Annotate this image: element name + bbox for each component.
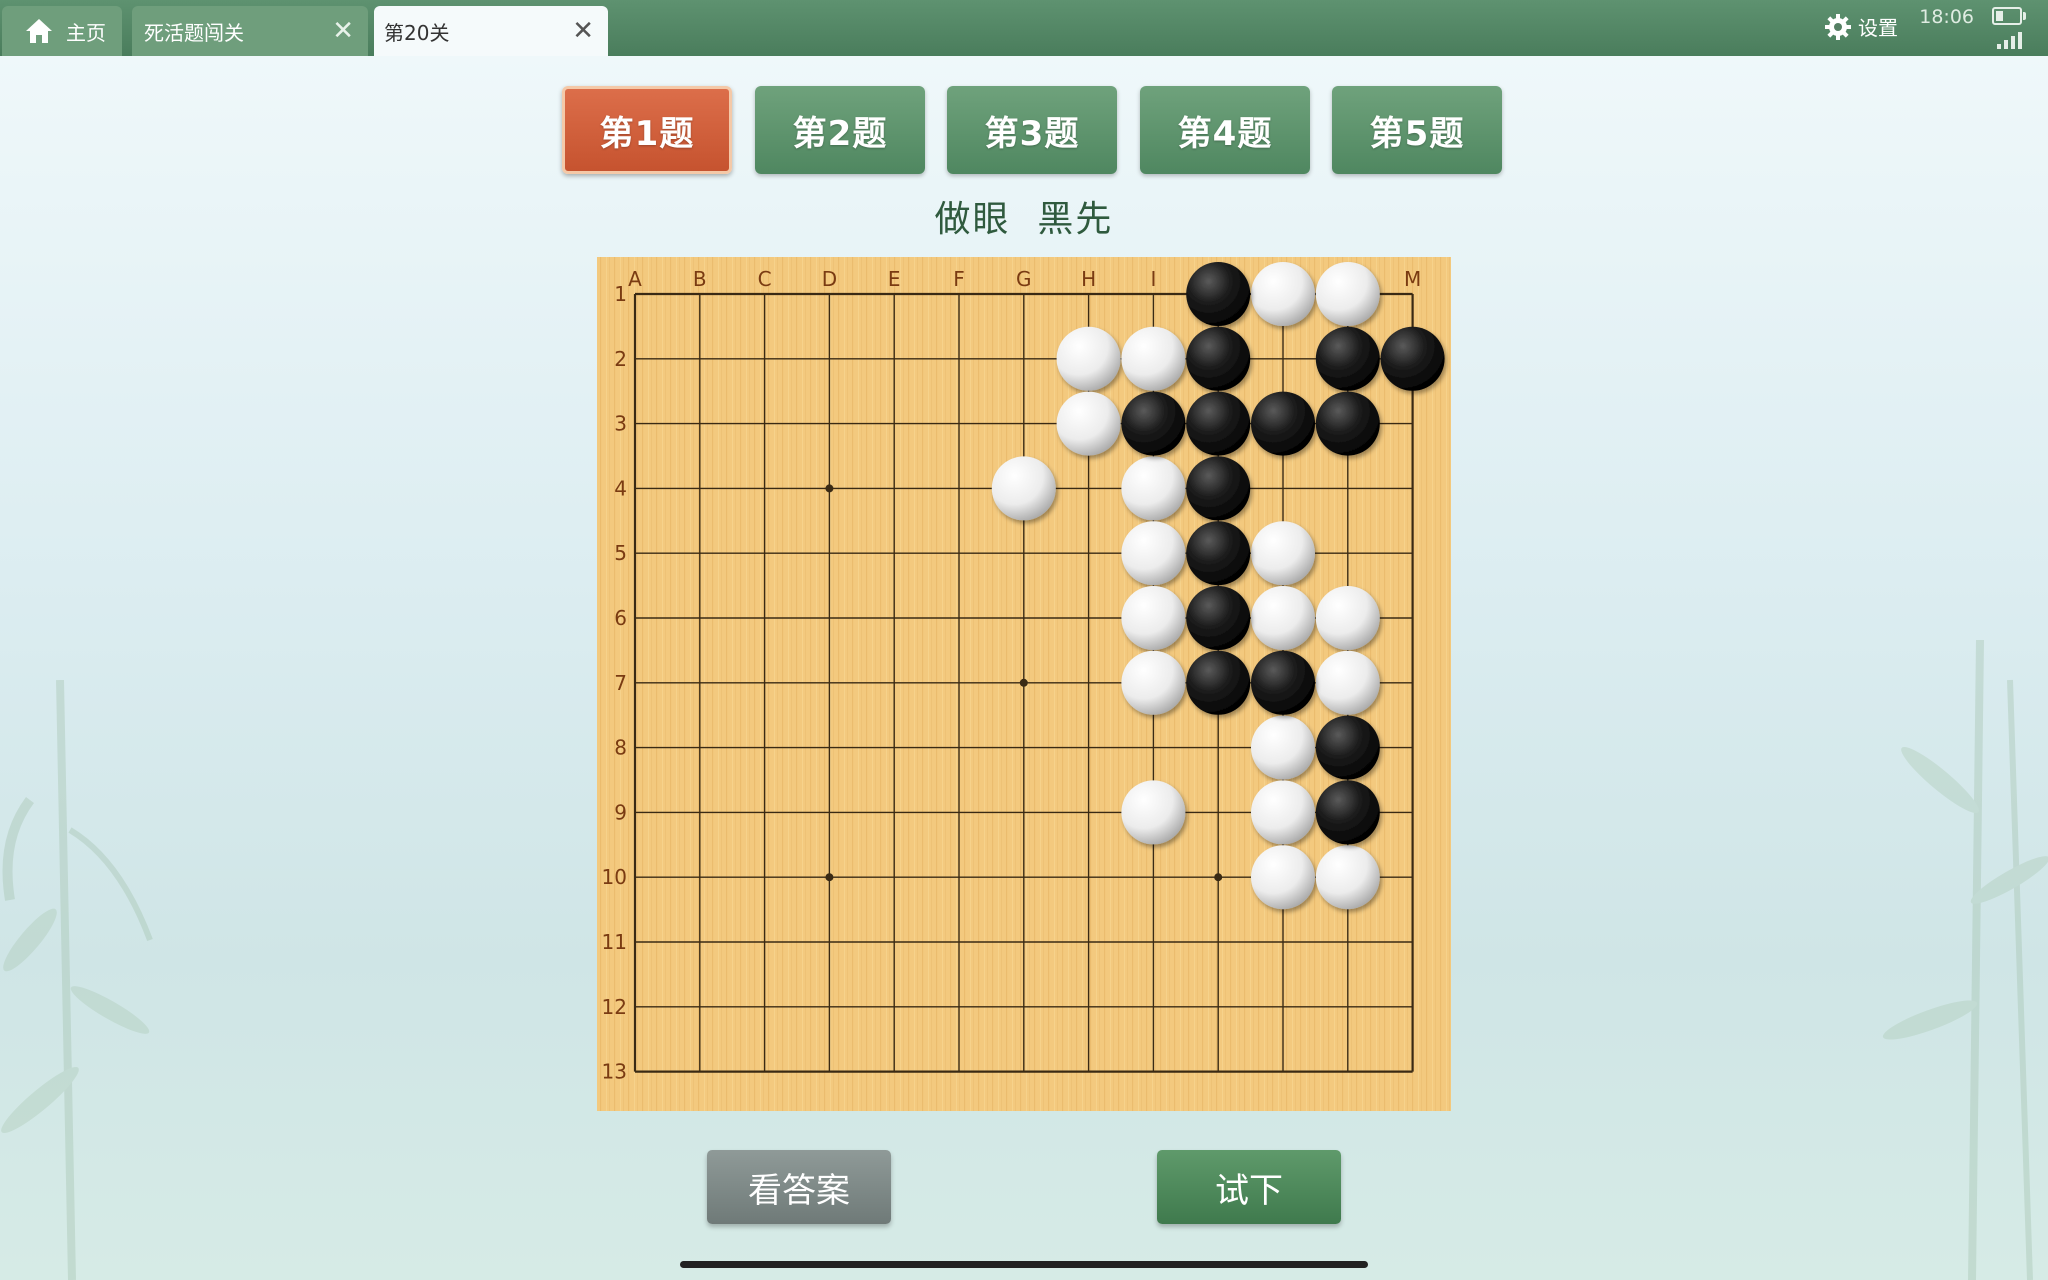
black-stone xyxy=(1315,715,1380,780)
column-label: M xyxy=(1404,267,1421,291)
top-tab-bar: 主页 死活题闯关 ✕ 第20关 ✕ 设置 18:06 xyxy=(0,0,2048,56)
column-label: H xyxy=(1081,267,1096,291)
problem-button-4[interactable]: 第4题 xyxy=(1140,86,1310,174)
tab-level-20[interactable]: 第20关 ✕ xyxy=(374,6,608,56)
black-stone xyxy=(1186,586,1251,650)
white-stone xyxy=(1315,262,1380,326)
go-board-canvas[interactable]: A B C D E F G H I M12345678910111213 xyxy=(597,257,1451,1111)
black-stone xyxy=(1315,391,1380,456)
tab-home-label: 主页 xyxy=(66,20,106,45)
problem-button-3[interactable]: 第3题 xyxy=(947,86,1117,174)
battery-icon xyxy=(1992,7,2026,25)
star-point xyxy=(1214,873,1223,882)
show-answer-button[interactable]: 看答案 xyxy=(707,1150,891,1224)
row-label: 6 xyxy=(614,606,627,630)
black-stone xyxy=(1315,780,1380,845)
column-label: C xyxy=(758,267,772,291)
black-stone xyxy=(1186,521,1251,586)
white-stone xyxy=(1251,586,1315,650)
black-stone xyxy=(1315,326,1380,391)
row-label: 1 xyxy=(614,282,627,306)
row-label: 9 xyxy=(614,800,627,824)
home-indicator xyxy=(680,1261,1368,1268)
black-stone xyxy=(1121,391,1186,456)
black-stone xyxy=(1251,650,1315,715)
column-label: E xyxy=(888,267,901,291)
gear-icon xyxy=(1825,13,1851,40)
white-stone xyxy=(1315,650,1380,715)
home-icon xyxy=(26,19,52,43)
star-point xyxy=(1019,678,1028,687)
row-label: 11 xyxy=(602,930,627,954)
white-stone xyxy=(1121,780,1186,845)
column-label: D xyxy=(822,267,837,291)
bamboo-decoration-left xyxy=(1,680,153,1280)
try-move-button[interactable]: 试下 xyxy=(1157,1150,1341,1224)
row-label: 2 xyxy=(614,347,627,371)
tab-life-death-label: 死活题闯关 xyxy=(144,20,244,45)
white-stone xyxy=(1251,262,1315,326)
black-stone xyxy=(1251,391,1315,456)
row-label: 12 xyxy=(602,995,627,1019)
white-stone xyxy=(1251,715,1315,780)
tab-home[interactable]: 主页 xyxy=(2,6,122,56)
white-stone xyxy=(1056,326,1121,391)
row-label: 13 xyxy=(602,1060,627,1084)
black-stone xyxy=(1186,262,1251,326)
star-point xyxy=(825,873,834,882)
white-stone xyxy=(1121,456,1186,521)
row-label: 10 xyxy=(602,865,627,889)
white-stone xyxy=(1056,391,1121,456)
row-label: 3 xyxy=(614,412,627,436)
go-board[interactable]: A B C D E F G H I M 1 2 3 4 5 6 7 8 9 10 11 12 13 xyxy=(597,257,1451,1111)
black-stone xyxy=(1186,456,1251,521)
black-stone xyxy=(1186,391,1251,456)
column-label: I xyxy=(1150,267,1156,291)
problem-button-5[interactable]: 第5题 xyxy=(1332,86,1502,174)
column-label: A xyxy=(628,267,642,291)
white-stone xyxy=(1121,650,1186,715)
column-label: G xyxy=(1016,267,1032,291)
row-label: 4 xyxy=(614,476,627,500)
problem-button-2[interactable]: 第2题 xyxy=(755,86,925,174)
row-label: 8 xyxy=(614,736,627,760)
settings-label: 设置 xyxy=(1858,16,1898,40)
white-stone xyxy=(1121,586,1186,650)
column-label: F xyxy=(953,267,965,291)
close-icon[interactable]: ✕ xyxy=(572,18,594,44)
settings-button[interactable]: 设置 xyxy=(1824,12,1898,41)
row-label: 5 xyxy=(614,541,627,565)
bamboo-decoration-right xyxy=(1882,640,2048,1280)
black-stone xyxy=(1186,326,1251,391)
status-clock: 18:06 xyxy=(1919,6,1974,28)
column-label: B xyxy=(693,267,707,291)
white-stone xyxy=(1251,845,1315,910)
signal-icon xyxy=(1997,32,2022,49)
white-stone xyxy=(1315,586,1380,650)
white-stone xyxy=(1251,521,1315,586)
problem-button-1[interactable]: 第1题 xyxy=(562,86,732,174)
white-stone xyxy=(1121,521,1186,586)
white-stone xyxy=(991,456,1056,521)
white-stone xyxy=(1315,845,1380,910)
white-stone xyxy=(1121,326,1186,391)
close-icon[interactable]: ✕ xyxy=(332,18,354,44)
black-stone xyxy=(1380,326,1445,391)
problem-instruction: 做眼 黑先 xyxy=(934,199,1114,240)
black-stone xyxy=(1186,650,1251,715)
white-stone xyxy=(1251,780,1315,845)
tab-level-label: 第20关 xyxy=(384,20,450,45)
star-point xyxy=(825,484,834,493)
tab-life-death-challenge[interactable]: 死活题闯关 ✕ xyxy=(132,6,368,56)
row-label: 7 xyxy=(614,671,627,695)
